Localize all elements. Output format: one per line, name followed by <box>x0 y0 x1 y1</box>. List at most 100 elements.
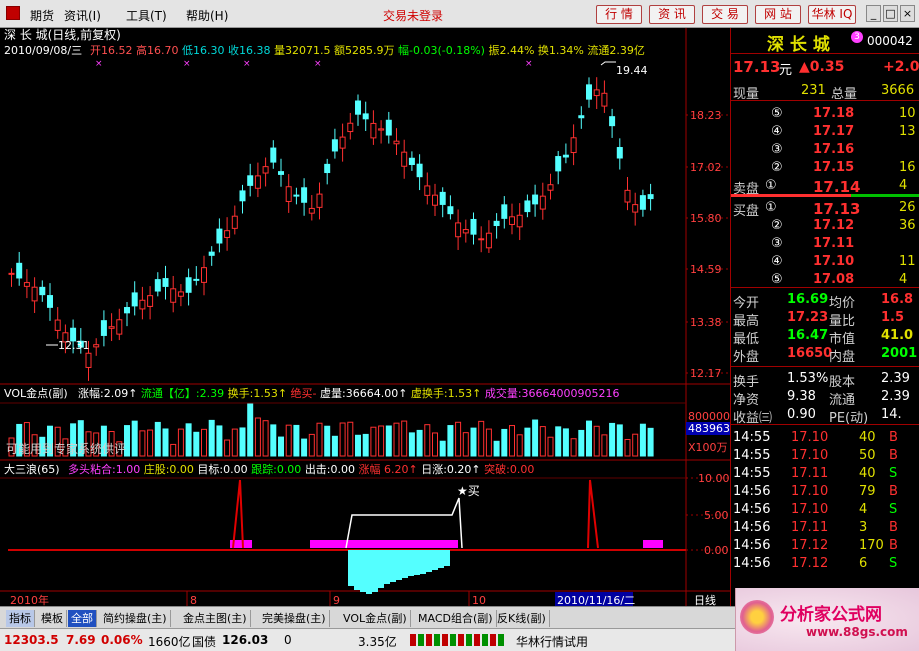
info-label-7: 振 <box>488 43 499 57</box>
tab-reverse-k[interactable]: 反K线(副) <box>494 610 550 627</box>
ind-cyan-bar <box>348 550 354 586</box>
buy-row: ② 17.12 36 <box>731 217 919 235</box>
buy-volume: 11 <box>899 254 916 269</box>
candle-body <box>85 352 92 368</box>
index-value: 12303.5 <box>4 633 59 647</box>
candle-body <box>285 186 292 202</box>
info-label-4: 量 <box>274 44 285 57</box>
volume-bar <box>154 421 161 457</box>
volume-bar <box>370 426 377 457</box>
buy-level: ① <box>765 200 777 215</box>
sell-row: ④ 17.17 13 <box>731 123 919 141</box>
volume-bar <box>401 420 408 457</box>
volume-bar <box>347 421 354 457</box>
watermark-url: www.88gs.com <box>806 625 908 639</box>
menu-help[interactable]: 帮助(H) <box>186 7 228 24</box>
candle-body <box>301 187 308 203</box>
ind-cyan-bar <box>402 550 408 578</box>
tick-time: 14:56 <box>733 520 771 535</box>
candle-body <box>370 122 377 139</box>
tick-row: 14:56 17.12 170 B <box>731 537 919 555</box>
volume-bar <box>493 440 500 457</box>
tick-price: 17.10 <box>791 502 829 517</box>
ind-magenta-block <box>643 540 663 548</box>
candle-body <box>485 232 492 249</box>
menu-futures[interactable]: 期货 <box>30 7 54 24</box>
low-label: 12.31 <box>58 339 90 352</box>
candle-body <box>516 214 523 228</box>
quote-button[interactable]: 行 情 <box>596 5 642 24</box>
maximize-button[interactable]: □ <box>883 5 898 22</box>
price-unit: 元 <box>779 63 793 78</box>
sell-level: ⑤ <box>771 106 783 121</box>
tab-vol-gold[interactable]: VOL金点(副) <box>340 610 411 627</box>
chart-area[interactable]: 深 长 城(日线,前复权) 2010/09/08/三 开16.52 高16.70… <box>0 28 730 606</box>
trade-button[interactable]: 交 易 <box>702 5 748 24</box>
ind-cyan-bar <box>354 550 360 590</box>
tab-template[interactable]: 模板 <box>38 610 67 627</box>
candle-body <box>23 282 30 287</box>
candle-body <box>31 286 38 302</box>
close-button[interactable]: × <box>900 5 915 22</box>
stat-row: 最高 17.23 量比 1.5 <box>731 309 919 329</box>
buy-price: 17.11 <box>813 236 855 251</box>
stat-row: 最低 16.47 市值 41.0 <box>731 327 919 347</box>
tick-direction: B <box>889 538 898 553</box>
ind-tick-5: 5.00 <box>704 509 729 522</box>
ind-cyan-bar <box>366 550 372 594</box>
candle-body <box>586 84 592 100</box>
info-value-1: 16.70 <box>147 44 182 57</box>
x-label-year: 2010年 <box>10 593 49 606</box>
stat-value-2: 2001 <box>881 346 918 361</box>
tab-all[interactable]: 全部 <box>68 610 97 627</box>
info-value-6: -0.03(-0.18%) <box>409 44 488 57</box>
menu-tools[interactable]: 工具(T) <box>126 7 167 24</box>
tab-perfect[interactable]: 完美操盘(主) <box>259 610 330 627</box>
candle-body <box>93 344 100 348</box>
tick-volume: 40 <box>859 430 876 445</box>
stat-value-2: 41.0 <box>881 328 914 343</box>
tick-volume: 3 <box>859 520 868 535</box>
minimize-button[interactable]: _ <box>866 5 881 22</box>
sell-level: ④ <box>771 124 783 139</box>
iq-button[interactable]: 华林 IQ <box>808 5 856 24</box>
ind-cyan-bar <box>426 550 432 572</box>
tick-price: 17.12 <box>791 538 829 553</box>
indLine-item-6: 日涨:0.20↑ <box>421 463 484 476</box>
bond-value: 126.03 <box>222 633 269 647</box>
volume-bar <box>393 422 400 457</box>
stock-header: 深 长 城 3 000042 <box>731 30 919 55</box>
ind-fields: 多头粘合:1.00 庄股:0.00 目标:0.00 跟踪:0.00 出击:0.0… <box>68 462 534 476</box>
tab-gold-main[interactable]: 金点主图(主) <box>180 610 251 627</box>
tab-indicator[interactable]: 指标 <box>6 610 35 627</box>
ind-spike <box>232 479 244 549</box>
volume-bar <box>616 424 623 457</box>
info-label-3: 收 <box>228 43 239 57</box>
volume-bar <box>208 419 215 457</box>
feed-name: 华林行情试用 <box>516 635 589 649</box>
sell-volume: 4 <box>899 178 908 193</box>
news-button[interactable]: 资 讯 <box>649 5 695 24</box>
period-label[interactable]: 日线 <box>694 593 716 606</box>
tab-simple[interactable]: 简约操盘(主) <box>100 610 171 627</box>
candle-body <box>562 154 569 158</box>
tab-macd[interactable]: MACD组合(副) <box>415 610 497 627</box>
candle-body <box>470 218 477 235</box>
ind-magenta-block <box>310 540 458 548</box>
volume-bar <box>193 431 200 457</box>
volume-bar <box>424 424 431 457</box>
sell-row: 卖盘 ① 17.14 4 <box>731 177 919 197</box>
buy-row: 买盘 ① 17.13 26 <box>731 199 919 219</box>
buy-level: ④ <box>771 254 783 269</box>
stat-label-2: 内盘 <box>829 350 856 365</box>
stat-row: 外盘 16650 内盘 2001 <box>731 345 919 365</box>
info-label-6: 幅 <box>398 44 409 57</box>
candle-body <box>270 147 277 163</box>
marker-x: × <box>95 59 103 69</box>
tick-direction: B <box>889 520 898 535</box>
volume-bar <box>147 429 154 457</box>
menu-news[interactable]: 资讯(I) <box>64 7 101 24</box>
website-button[interactable]: 网 站 <box>755 5 801 24</box>
candle-body <box>539 195 546 210</box>
candle-body <box>355 100 361 115</box>
